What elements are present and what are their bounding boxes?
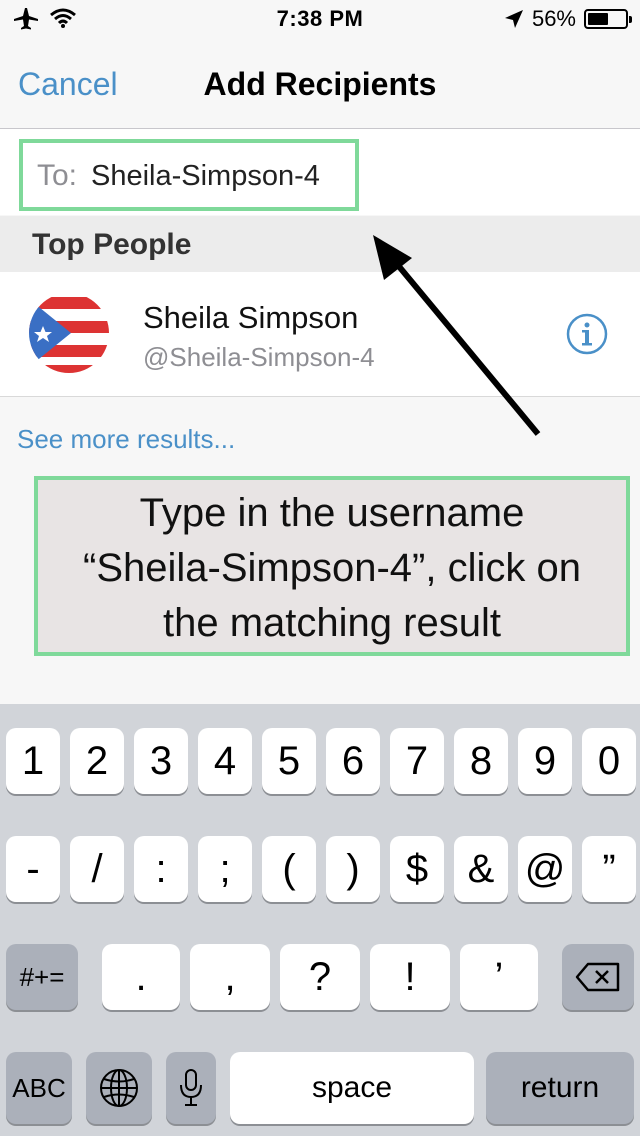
backspace-icon <box>575 962 620 992</box>
puerto-rico-flag-avatar <box>29 293 109 373</box>
keyboard: 1 2 3 4 5 6 7 8 9 0 - / : ; ( ) $ & @ ” … <box>0 704 640 1136</box>
delete-key[interactable] <box>562 944 634 1010</box>
key-5[interactable]: 5 <box>262 728 316 794</box>
to-input-value[interactable]: Sheila-Simpson-4 <box>91 160 320 193</box>
key-3[interactable]: 3 <box>134 728 188 794</box>
status-right: 56% <box>504 6 632 32</box>
key-period[interactable]: . <box>102 944 180 1010</box>
nav-bar: Cancel Add Recipients <box>0 40 640 129</box>
key-semicolon[interactable]: ; <box>198 836 252 902</box>
contact-handle: @Sheila-Simpson-4 <box>143 342 375 372</box>
key-quote[interactable]: ” <box>582 836 636 902</box>
globe-icon <box>100 1069 138 1107</box>
contact-result-row[interactable]: Sheila Simpson @Sheila-Simpson-4 <box>0 272 640 397</box>
contact-name: Sheila Simpson <box>143 300 359 335</box>
key-apostrophe[interactable]: ’ <box>460 944 538 1010</box>
key-1[interactable]: 1 <box>6 728 60 794</box>
status-bar: 7:38 PM 56% <box>0 0 640 40</box>
abc-key[interactable]: ABC <box>6 1052 72 1124</box>
key-9[interactable]: 9 <box>518 728 572 794</box>
to-label: To: <box>37 159 78 192</box>
instruction-line-2: “Sheila-Simpson-4”, click on <box>83 546 581 590</box>
space-key[interactable]: space <box>230 1052 474 1124</box>
key-4[interactable]: 4 <box>198 728 252 794</box>
avatar <box>29 293 109 373</box>
instruction-line-1: Type in the username <box>139 491 525 535</box>
return-key[interactable]: return <box>486 1052 634 1124</box>
key-colon[interactable]: : <box>134 836 188 902</box>
key-slash[interactable]: / <box>70 836 124 902</box>
symbols-toggle-key[interactable]: #+= <box>6 944 78 1010</box>
section-title: Top People <box>32 228 192 261</box>
battery-icon <box>584 9 632 29</box>
microphone-icon <box>180 1069 202 1106</box>
key-ampersand[interactable]: & <box>454 836 508 902</box>
battery-percent: 56% <box>531 6 576 31</box>
key-close-paren[interactable]: ) <box>326 836 380 902</box>
page-title: Add Recipients <box>203 66 437 102</box>
key-hyphen[interactable]: - <box>6 836 60 902</box>
globe-key[interactable] <box>86 1052 152 1124</box>
info-icon[interactable] <box>566 313 608 355</box>
section-header: Top People <box>0 216 640 272</box>
key-7[interactable]: 7 <box>390 728 444 794</box>
key-dollar[interactable]: $ <box>390 836 444 902</box>
to-field[interactable]: To: Sheila-Simpson-4 <box>19 139 359 211</box>
key-open-paren[interactable]: ( <box>262 836 316 902</box>
location-arrow-icon <box>504 10 523 28</box>
key-comma[interactable]: , <box>190 944 270 1010</box>
instruction-callout: Type in the username “Sheila-Simpson-4”,… <box>34 476 630 656</box>
key-2[interactable]: 2 <box>70 728 124 794</box>
key-at[interactable]: @ <box>518 836 572 902</box>
key-question[interactable]: ? <box>280 944 360 1010</box>
key-6[interactable]: 6 <box>326 728 380 794</box>
instruction-line-3: the matching result <box>163 601 501 645</box>
battery-fill <box>588 13 608 25</box>
microphone-key[interactable] <box>166 1052 216 1124</box>
key-exclamation[interactable]: ! <box>370 944 450 1010</box>
see-more-results-link[interactable]: See more results... <box>17 424 235 455</box>
key-0[interactable]: 0 <box>582 728 636 794</box>
key-8[interactable]: 8 <box>454 728 508 794</box>
